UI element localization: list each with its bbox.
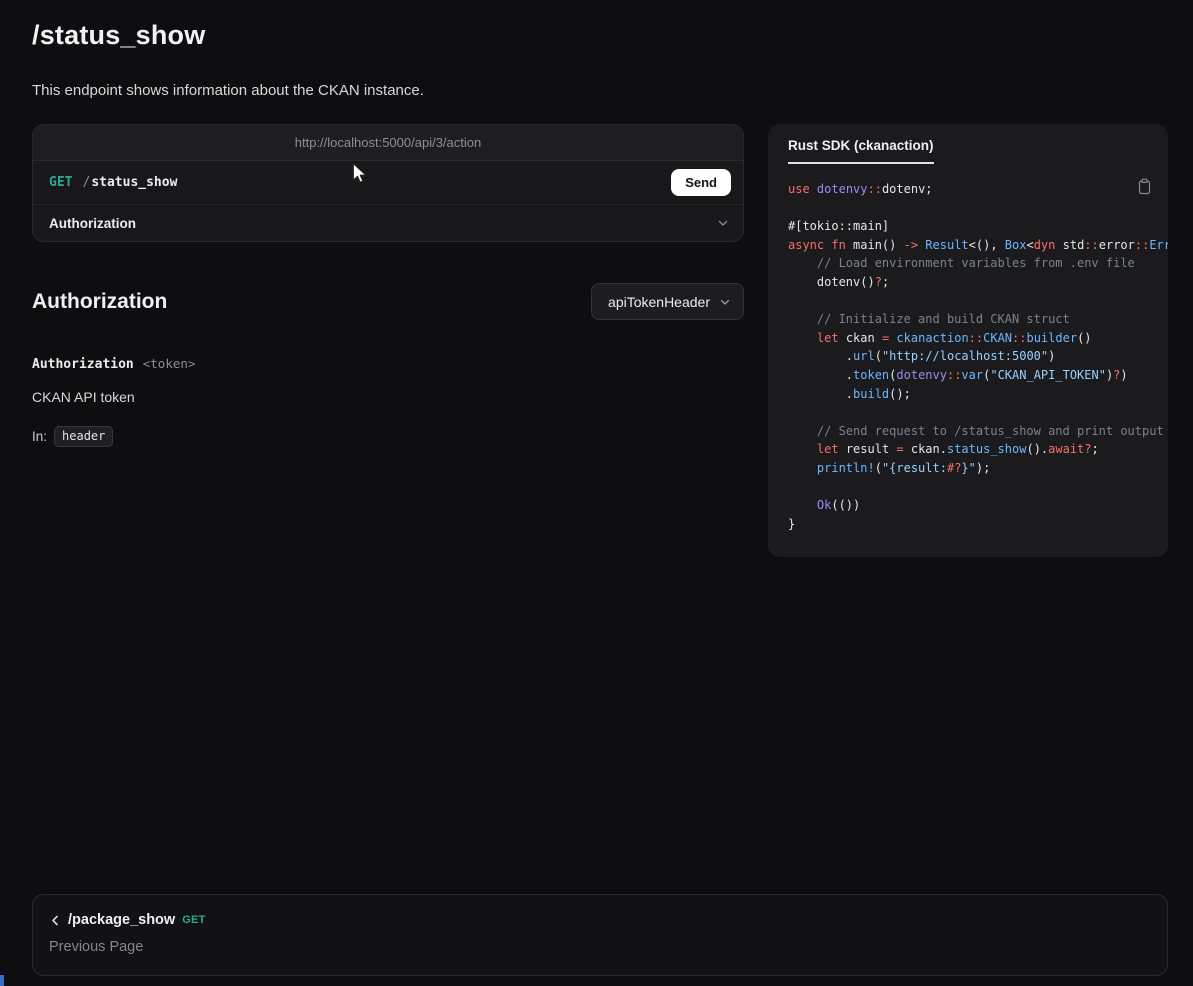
base-url-text: http://localhost:5000/api/3/action (295, 135, 481, 150)
content-columns: http://localhost:5000/api/3/action GET /… (32, 124, 1168, 557)
auth-scheme-dropdown[interactable]: apiTokenHeader (591, 283, 744, 320)
parameter-name: Authorization (32, 357, 134, 372)
page-title: /status_show (32, 20, 1168, 51)
parameter-description: CKAN API token (32, 389, 744, 405)
in-label: In: (32, 429, 47, 444)
page-description: This endpoint shows information about th… (32, 82, 1168, 99)
in-value-badge: header (54, 426, 113, 447)
code-example-panel: Rust SDK (ckanaction) use dotenvy::doten… (768, 124, 1168, 557)
auth-row-label: Authorization (49, 216, 136, 231)
path-slash: / (82, 175, 90, 190)
docs-page: /status_show This endpoint shows informa… (0, 0, 1193, 976)
auth-parameter-block: Authorization <token> CKAN API token In:… (32, 356, 744, 447)
previous-page-top-row: /package_show GET (49, 912, 1151, 928)
tab-rust-sdk[interactable]: Rust SDK (ckanaction) (788, 138, 934, 164)
parameter-location-row: In: header (32, 426, 744, 447)
base-url-selector[interactable]: http://localhost:5000/api/3/action (33, 125, 743, 161)
chevron-left-icon (49, 914, 61, 927)
parameter-type: <token> (143, 356, 196, 371)
clipboard-icon (1137, 178, 1152, 195)
authorization-section-header: Authorization apiTokenHeader (32, 283, 744, 320)
http-method-badge: GET (49, 175, 72, 190)
authorization-collapsible-row[interactable]: Authorization (33, 204, 743, 241)
code-body: use dotenvy::dotenv;#[tokio::main]async … (768, 164, 1168, 557)
copy-icon[interactable] (1135, 176, 1154, 200)
send-button[interactable]: Send (671, 169, 731, 196)
endpoint-path: /status_show (82, 175, 177, 190)
request-row: GET /status_show Send (33, 161, 743, 204)
chevron-down-icon (717, 217, 729, 229)
previous-page-link[interactable]: /package_show GET Previous Page (32, 894, 1168, 976)
auth-scheme-selected: apiTokenHeader (608, 294, 710, 310)
api-request-card: http://localhost:5000/api/3/action GET /… (32, 124, 744, 242)
path-name: status_show (91, 175, 177, 190)
authorization-heading: Authorization (32, 290, 167, 314)
code-block[interactable]: use dotenvy::dotenv;#[tokio::main]async … (788, 180, 1168, 533)
left-column: http://localhost:5000/api/3/action GET /… (32, 124, 744, 447)
corner-scroll-indicator (0, 975, 4, 986)
right-column: Rust SDK (ckanaction) use dotenvy::doten… (768, 124, 1168, 557)
previous-page-label: Previous Page (49, 939, 1151, 955)
previous-page-path: /package_show (68, 912, 175, 928)
parameter-name-row: Authorization <token> (32, 356, 744, 372)
previous-page-method-badge: GET (182, 914, 206, 926)
code-tabs: Rust SDK (ckanaction) (768, 124, 1168, 164)
chevron-down-icon (719, 296, 731, 308)
